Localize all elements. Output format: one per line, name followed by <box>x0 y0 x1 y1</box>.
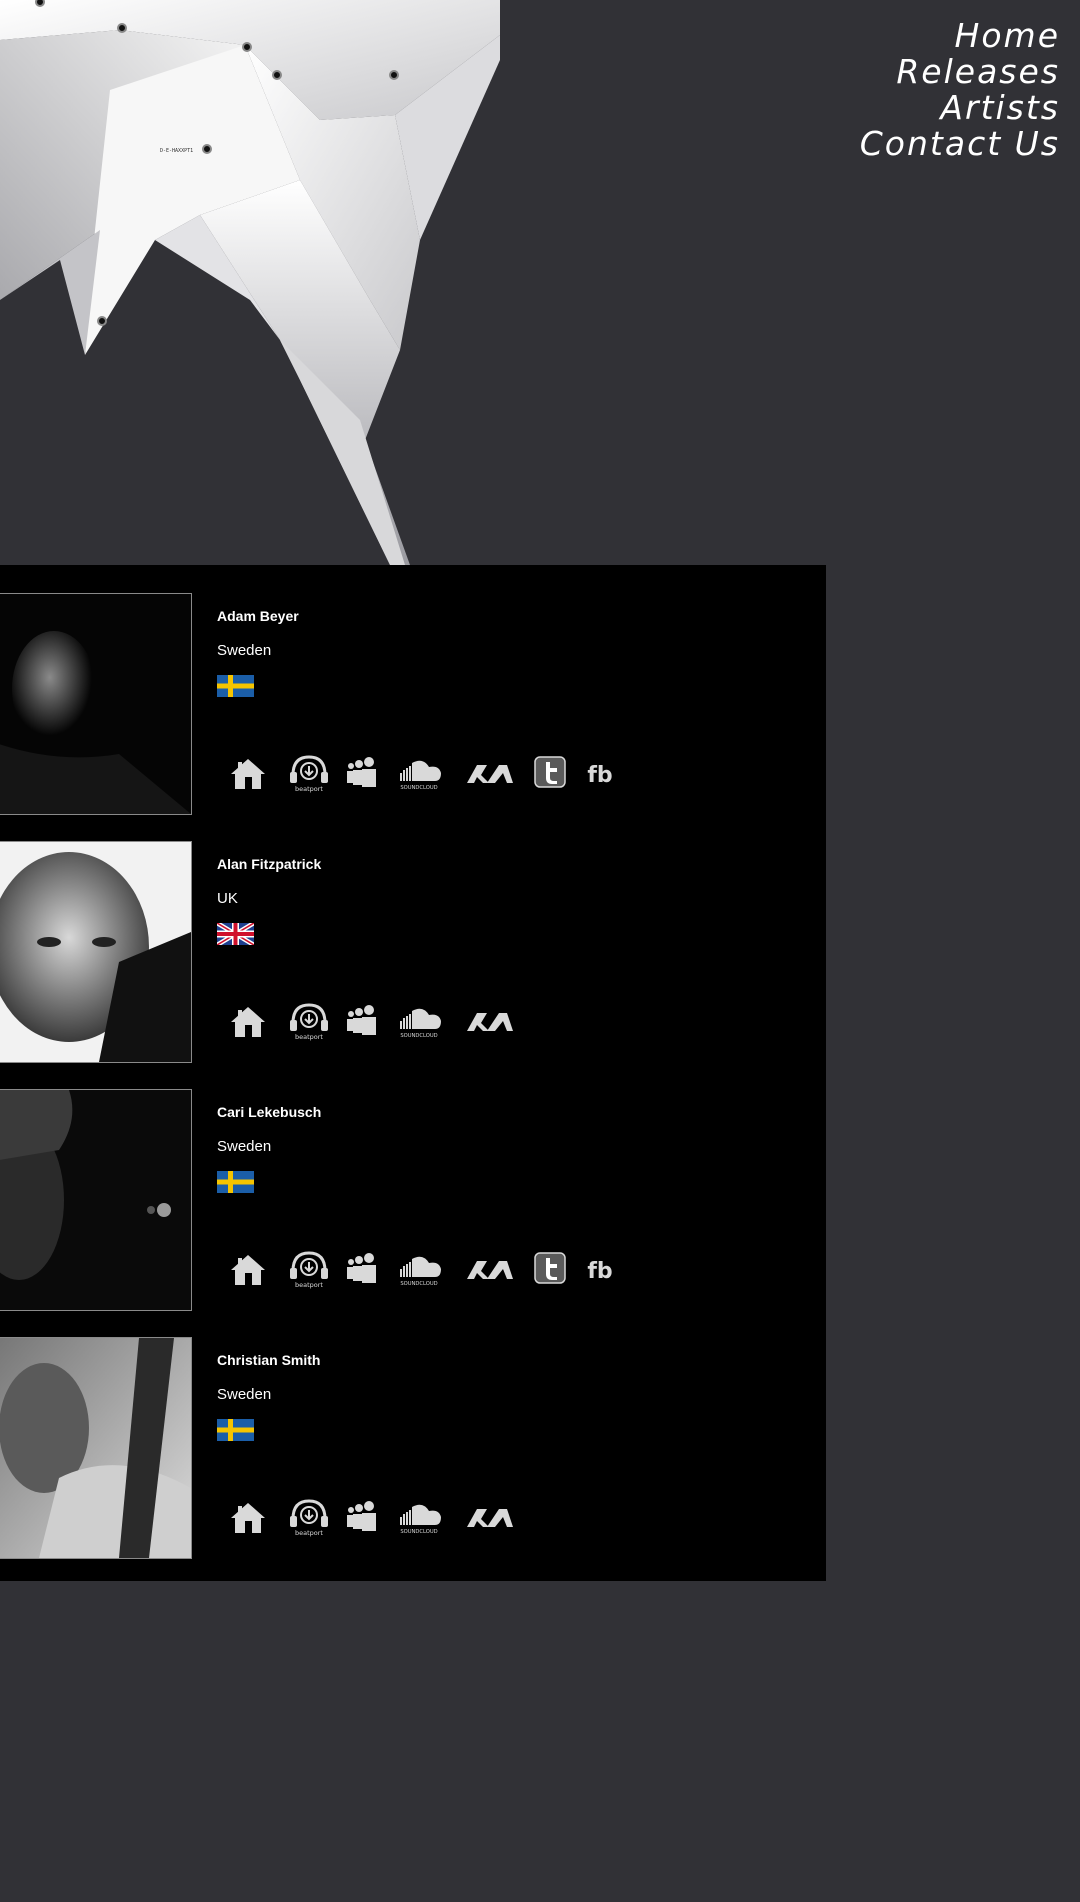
artist-card: Christian Smith Sweden beatport SOUNDCLOU… <box>0 1309 826 1559</box>
svg-text:fb: fb <box>587 763 612 788</box>
nav-home[interactable]: Home <box>860 18 1060 54</box>
sweden-flag-icon <box>217 1419 254 1441</box>
beatport-icon[interactable]: beatport <box>287 1001 331 1041</box>
resident-advisor-icon[interactable] <box>465 1497 515 1537</box>
svg-text:beatport: beatport <box>295 785 323 793</box>
artist-card: Cari Lekebusch Sweden beatport SOUNDCLOUD… <box>0 1061 826 1311</box>
nav-artists[interactable]: Artists <box>860 90 1060 126</box>
resident-advisor-icon[interactable] <box>465 753 515 793</box>
artist-name[interactable]: Adam Beyer <box>217 608 299 624</box>
svg-text:beatport: beatport <box>295 1033 323 1041</box>
myspace-icon[interactable] <box>345 1001 379 1041</box>
beatport-icon[interactable]: beatport <box>287 1249 331 1289</box>
home-icon[interactable] <box>229 753 267 793</box>
logo-artwork: D-E-HAXXPT1 <box>0 0 500 565</box>
artist-country: Sweden <box>217 1386 272 1403</box>
main-nav: Home Releases Artists Contact Us <box>860 18 1060 162</box>
facebook-icon[interactable]: fb <box>585 1249 615 1289</box>
svg-text:SOUNDCLOUD: SOUNDCLOUD <box>400 785 437 791</box>
svg-text:beatport: beatport <box>295 1529 323 1537</box>
artist-country: Sweden <box>217 642 272 659</box>
soundcloud-icon[interactable]: SOUNDCLOUD <box>395 1001 443 1041</box>
artist-name[interactable]: Cari Lekebusch <box>217 1104 321 1120</box>
artist-photo[interactable] <box>0 841 192 1063</box>
twitter-icon[interactable] <box>533 1249 567 1289</box>
sweden-flag-icon <box>217 675 254 697</box>
home-icon[interactable] <box>229 1497 267 1537</box>
myspace-icon[interactable] <box>345 1249 379 1289</box>
soundcloud-icon[interactable]: SOUNDCLOUD <box>395 1249 443 1289</box>
soundcloud-icon[interactable]: SOUNDCLOUD <box>395 753 443 793</box>
home-icon[interactable] <box>229 1001 267 1041</box>
artist-photo[interactable] <box>0 1089 192 1311</box>
svg-text:D-E-HAXXPT1: D-E-HAXXPT1 <box>160 148 193 154</box>
artist-card: Adam Beyer Sweden beatport SOUNDCLOUD fb <box>0 565 826 815</box>
artist-photo[interactable] <box>0 593 192 815</box>
artist-photo[interactable] <box>0 1337 192 1559</box>
artists-list: Adam Beyer Sweden beatport SOUNDCLOUD fb A… <box>0 565 826 1581</box>
svg-text:SOUNDCLOUD: SOUNDCLOUD <box>400 1281 437 1287</box>
artist-name[interactable]: Christian Smith <box>217 1352 320 1368</box>
sweden-flag-icon <box>217 1171 254 1193</box>
svg-text:SOUNDCLOUD: SOUNDCLOUD <box>400 1033 437 1039</box>
nav-contact-us[interactable]: Contact Us <box>860 126 1060 162</box>
svg-text:beatport: beatport <box>295 1281 323 1289</box>
uk-flag-icon <box>215 921 256 947</box>
soundcloud-icon[interactable]: SOUNDCLOUD <box>395 1497 443 1537</box>
myspace-icon[interactable] <box>345 753 379 793</box>
facebook-icon[interactable]: fb <box>585 753 615 793</box>
nav-releases[interactable]: Releases <box>860 54 1060 90</box>
svg-text:SOUNDCLOUD: SOUNDCLOUD <box>400 1529 437 1535</box>
myspace-icon[interactable] <box>345 1497 379 1537</box>
beatport-icon[interactable]: beatport <box>287 1497 331 1537</box>
svg-text:fb: fb <box>587 1259 612 1284</box>
artist-country: UK <box>217 890 238 907</box>
twitter-icon[interactable] <box>533 753 567 793</box>
resident-advisor-icon[interactable] <box>465 1001 515 1041</box>
home-icon[interactable] <box>229 1249 267 1289</box>
artist-card: Alan Fitzpatrick UK beatport SOUNDCLOUD <box>0 813 826 1063</box>
beatport-icon[interactable]: beatport <box>287 753 331 793</box>
artist-name[interactable]: Alan Fitzpatrick <box>217 856 321 872</box>
artist-country: Sweden <box>217 1138 272 1155</box>
resident-advisor-icon[interactable] <box>465 1249 515 1289</box>
